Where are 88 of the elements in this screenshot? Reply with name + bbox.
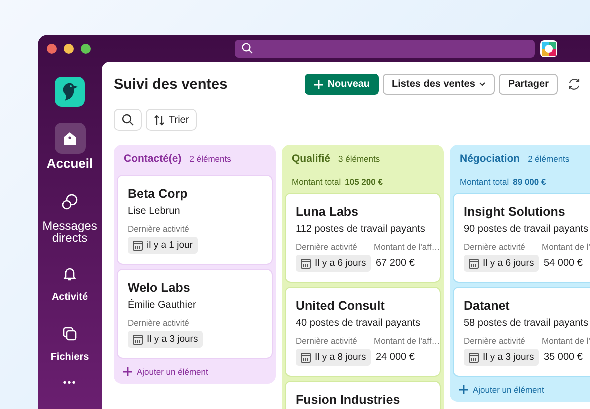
- share-button[interactable]: Partager: [499, 74, 558, 95]
- column-title: Négociation: [460, 153, 520, 165]
- field-label: Montant de l'aff…: [374, 335, 440, 347]
- field-label: Montant de l'aff…: [374, 241, 440, 253]
- total-amount: 89 000 €: [513, 177, 546, 187]
- calendar-icon: [469, 352, 479, 362]
- deal-amount: 54 000 €: [543, 257, 584, 271]
- field-label: Dernière activité: [464, 241, 526, 253]
- deal-card[interactable]: Datanet 58 postes de travail payants Dernière activité Montant de l' Il y a 3 jours 35 000 €: [453, 287, 590, 377]
- card-subtitle: Émilie Gauthier: [128, 299, 198, 313]
- activity-chip: Il y a 3 jours: [464, 349, 540, 366]
- field-label: Montant de l': [542, 335, 590, 347]
- field-label: Dernière activité: [128, 317, 190, 329]
- sort-button[interactable]: Trier: [146, 109, 198, 131]
- total-label: Montant total: [460, 177, 510, 187]
- card-subtitle: 112 postes de travail payants: [296, 223, 426, 237]
- company-name: Luna Labs: [296, 204, 360, 220]
- more-button[interactable]: •••: [63, 378, 77, 389]
- plus-icon: [123, 367, 133, 377]
- sort-icon: [154, 114, 165, 126]
- activity-chip: Il y a 6 jours: [296, 255, 372, 272]
- messages-icon: [61, 192, 79, 210]
- search-icon: [122, 114, 134, 126]
- deal-amount: 67 200 €: [375, 257, 416, 271]
- total-label: Montant total: [292, 177, 342, 187]
- bell-icon: [62, 266, 78, 282]
- add-item-button[interactable]: Ajouter un élément: [453, 381, 590, 399]
- card-subtitle: 90 postes de travail payants: [464, 223, 590, 237]
- field-label: Dernière activité: [296, 335, 358, 347]
- chevron-icon: [479, 82, 486, 87]
- page-title: Suivi des ventes: [114, 76, 229, 92]
- field-label: Montant de l': [542, 241, 590, 253]
- company-name: Insight Solutions: [464, 204, 566, 220]
- deal-card[interactable]: Welo Labs Émilie Gauthier Dernière activité Il y a 3 jours: [117, 269, 273, 359]
- deal-card[interactable]: Insight Solutions 90 postes de travail payants Dernière activité Montant de l' Il y a 6 jours 54 000 €: [453, 193, 590, 283]
- minimize-button[interactable]: [64, 44, 74, 54]
- maximize-button[interactable]: [81, 44, 91, 54]
- item-count: 3 éléments: [338, 154, 380, 164]
- calendar-icon: [301, 258, 311, 268]
- column-title: Qualifié: [292, 153, 331, 165]
- search-icon: [242, 43, 253, 54]
- column-title: Contacté(e): [124, 153, 182, 165]
- new-button[interactable]: Nouveau: [304, 74, 380, 95]
- total-amount: 105 200 €: [345, 177, 383, 187]
- bird-icon: [61, 82, 79, 102]
- app-icon[interactable]: [540, 40, 558, 58]
- card-subtitle: 40 postes de travail payants: [296, 317, 422, 331]
- company-name: Datanet: [464, 298, 511, 314]
- plus-icon: [314, 80, 324, 90]
- sidebar-item[interactable]: Activité: [39, 258, 101, 304]
- add-item-button[interactable]: Ajouter un élément: [117, 363, 273, 381]
- deal-card[interactable]: Beta Corp Lise Lebrun Dernière activité il y a 1 jour: [117, 175, 273, 265]
- sidebar-item[interactable]: Messages directs: [39, 186, 101, 244]
- sidebar-item[interactable]: Accueil: [39, 123, 101, 172]
- calendar-icon: [133, 240, 143, 250]
- deal-card[interactable]: Luna Labs 112 postes de travail payants Dernière activité Montant de l'aff… Il y a 6 jours 67 200 €: [285, 193, 441, 283]
- calendar-icon: [469, 258, 479, 268]
- files-icon: [62, 326, 78, 342]
- deal-card[interactable]: Fusion Industries: [285, 381, 441, 409]
- calendar-icon: [301, 352, 311, 362]
- search-field[interactable]: [235, 40, 535, 58]
- activity-chip: Il y a 3 jours: [128, 331, 204, 348]
- company-name: Welo Labs: [128, 280, 192, 296]
- company-name: United Consult: [296, 298, 386, 314]
- calendar-icon: [133, 334, 143, 344]
- card-subtitle: Lise Lebrun: [128, 205, 182, 219]
- item-count: 2 éléments: [528, 154, 570, 164]
- activity-chip: Il y a 8 jours: [296, 349, 372, 366]
- field-label: Dernière activité: [464, 335, 526, 347]
- activity-chip: il y a 1 jour: [128, 237, 198, 254]
- app-logo[interactable]: [55, 77, 85, 107]
- field-label: Dernière activité: [128, 223, 190, 235]
- field-label: Dernière activité: [296, 241, 358, 253]
- home-icon: [62, 130, 78, 146]
- deal-amount: 35 000 €: [543, 351, 584, 365]
- company-name: Beta Corp: [128, 186, 189, 202]
- close-button[interactable]: [47, 44, 57, 54]
- item-count: 2 éléments: [190, 154, 232, 164]
- activity-chip: Il y a 6 jours: [464, 255, 540, 272]
- deal-amount: 24 000 €: [375, 351, 416, 365]
- refresh-icon[interactable]: [568, 78, 581, 91]
- deal-card[interactable]: United Consult 40 postes de travail payants Dernière activité Montant de l'aff… Il y a 8 jours 24 000 €: [285, 287, 441, 377]
- plus-icon: [459, 385, 469, 395]
- lists-dropdown[interactable]: Listes des ventes: [383, 74, 496, 95]
- card-subtitle: 58 postes de travail payants: [464, 317, 590, 331]
- sidebar-item[interactable]: Fichiers: [39, 318, 101, 364]
- search-button[interactable]: [114, 109, 142, 131]
- company-name: Fusion Industries: [296, 392, 402, 408]
